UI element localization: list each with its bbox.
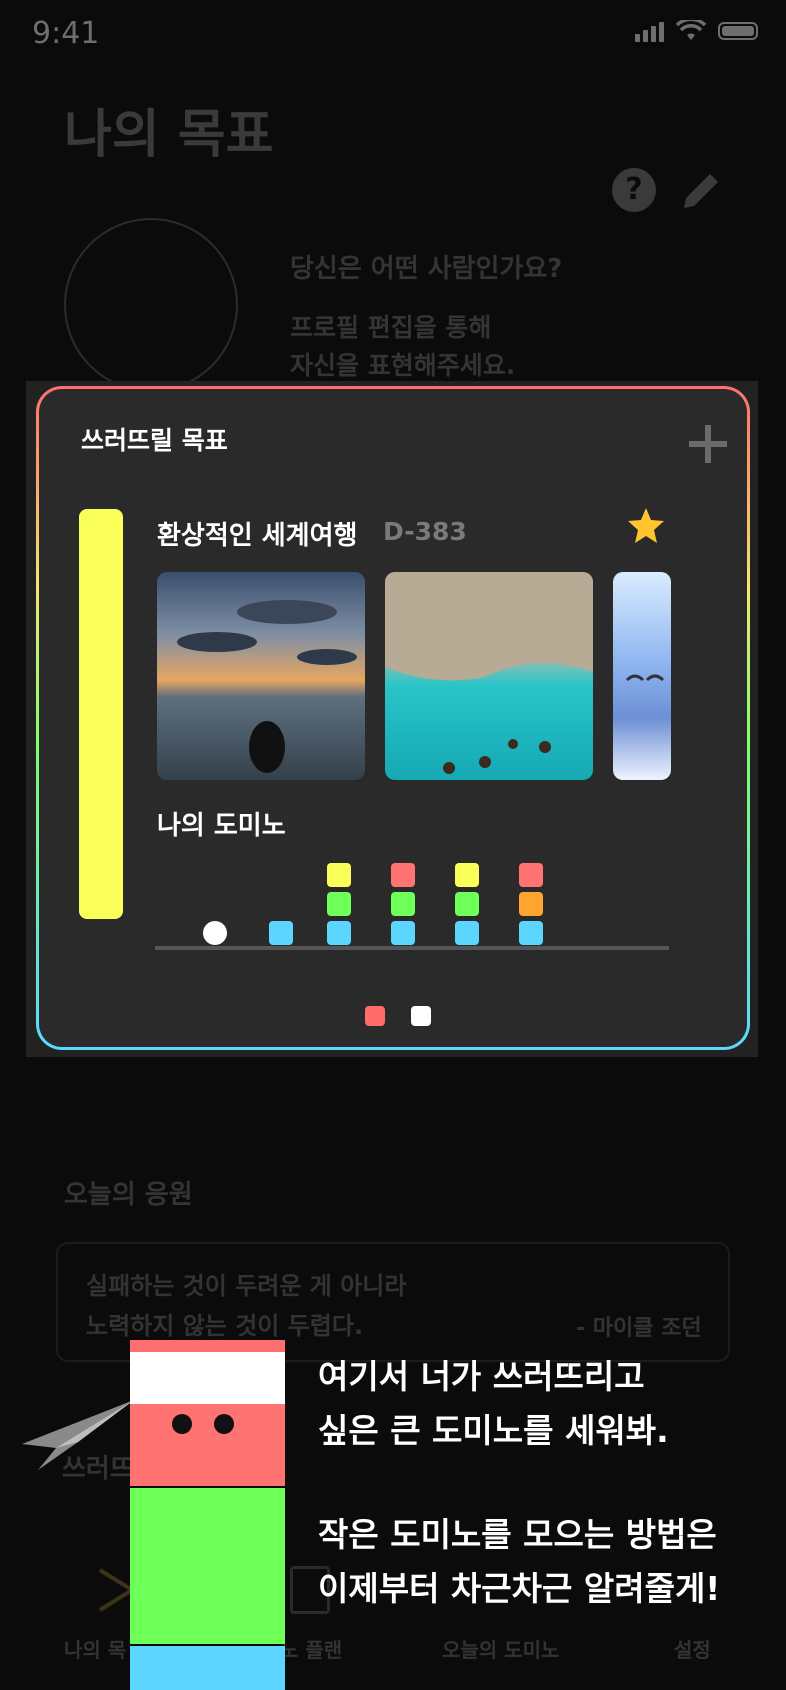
domino-start-dot xyxy=(203,921,227,945)
domino-block-yellow xyxy=(327,863,351,887)
profile-hint-line1: 프로필 편집을 통해 xyxy=(290,313,492,342)
signal-icon xyxy=(635,20,664,42)
status-icons xyxy=(635,20,758,42)
domino-baseline xyxy=(155,946,669,950)
domino-block-blue xyxy=(455,921,479,945)
domino-block-blue xyxy=(519,921,543,945)
quote-line1: 실패하는 것이 두려운 게 아니라 xyxy=(86,1272,407,1300)
domino-block-green xyxy=(327,892,351,916)
mascot-headband-top xyxy=(130,1340,285,1352)
avatar[interactable] xyxy=(64,218,238,392)
tab-today-domino[interactable]: 오늘의 도미노 xyxy=(442,1634,559,1663)
wifi-icon xyxy=(676,20,706,40)
mascot-left-eye xyxy=(172,1414,192,1434)
domino-block-blue xyxy=(391,921,415,945)
tab-settings[interactable]: 설정 xyxy=(674,1634,711,1663)
paper-plane-icon xyxy=(22,1400,134,1470)
domino-block-green xyxy=(455,892,479,916)
domino-block-blue xyxy=(327,921,351,945)
mascot-blue-block xyxy=(130,1646,285,1690)
domino-block-orange xyxy=(519,892,543,916)
goal-card[interactable]: 쓰러뜨릴 목표 환상적인 세계여행 D-383 나의 도미노 xyxy=(36,386,750,1050)
cheer-title: 오늘의 응원 xyxy=(64,1180,193,1210)
domino-block-yellow xyxy=(455,863,479,887)
domino-block-green xyxy=(391,892,415,916)
pencil-icon[interactable] xyxy=(676,166,726,216)
mascot-right-eye xyxy=(214,1414,234,1434)
domino-block-blue xyxy=(269,921,293,945)
quote-author: - 마이클 조던 xyxy=(576,1316,702,1341)
mascot-green-block xyxy=(130,1488,285,1644)
coach-line2: 싶은 큰 도미노를 세워봐. xyxy=(318,1411,669,1450)
page-indicator-dot-1[interactable] xyxy=(365,1006,385,1026)
page-title: 나의 목표 xyxy=(64,105,274,165)
coach-line1: 여기서 너가 쓰러뜨리고 xyxy=(318,1357,645,1396)
domino-block-red xyxy=(391,863,415,887)
battery-icon xyxy=(718,22,758,40)
coach-line3: 작은 도미노를 모으는 방법은 xyxy=(318,1515,717,1554)
tab-my-goal[interactable]: 나의 목 xyxy=(64,1634,126,1663)
status-time: 9:41 xyxy=(32,16,100,51)
mascot-headband xyxy=(130,1352,285,1404)
page-indicator-dot-2[interactable] xyxy=(411,1006,431,1026)
help-icon[interactable]: ? xyxy=(612,168,656,212)
quote-line2: 노력하지 않는 것이 두렵다. xyxy=(86,1312,364,1340)
mascot-face xyxy=(130,1404,285,1486)
profile-question: 당신은 어떤 사람인가요? xyxy=(290,254,563,284)
domino-block-red xyxy=(519,863,543,887)
tab-plan[interactable]: 노 플랜 xyxy=(280,1634,342,1663)
coach-line4: 이제부터 차근차근 알려줄게! xyxy=(318,1569,721,1608)
profile-hint-line2: 자신을 표현해주세요. xyxy=(290,351,516,380)
